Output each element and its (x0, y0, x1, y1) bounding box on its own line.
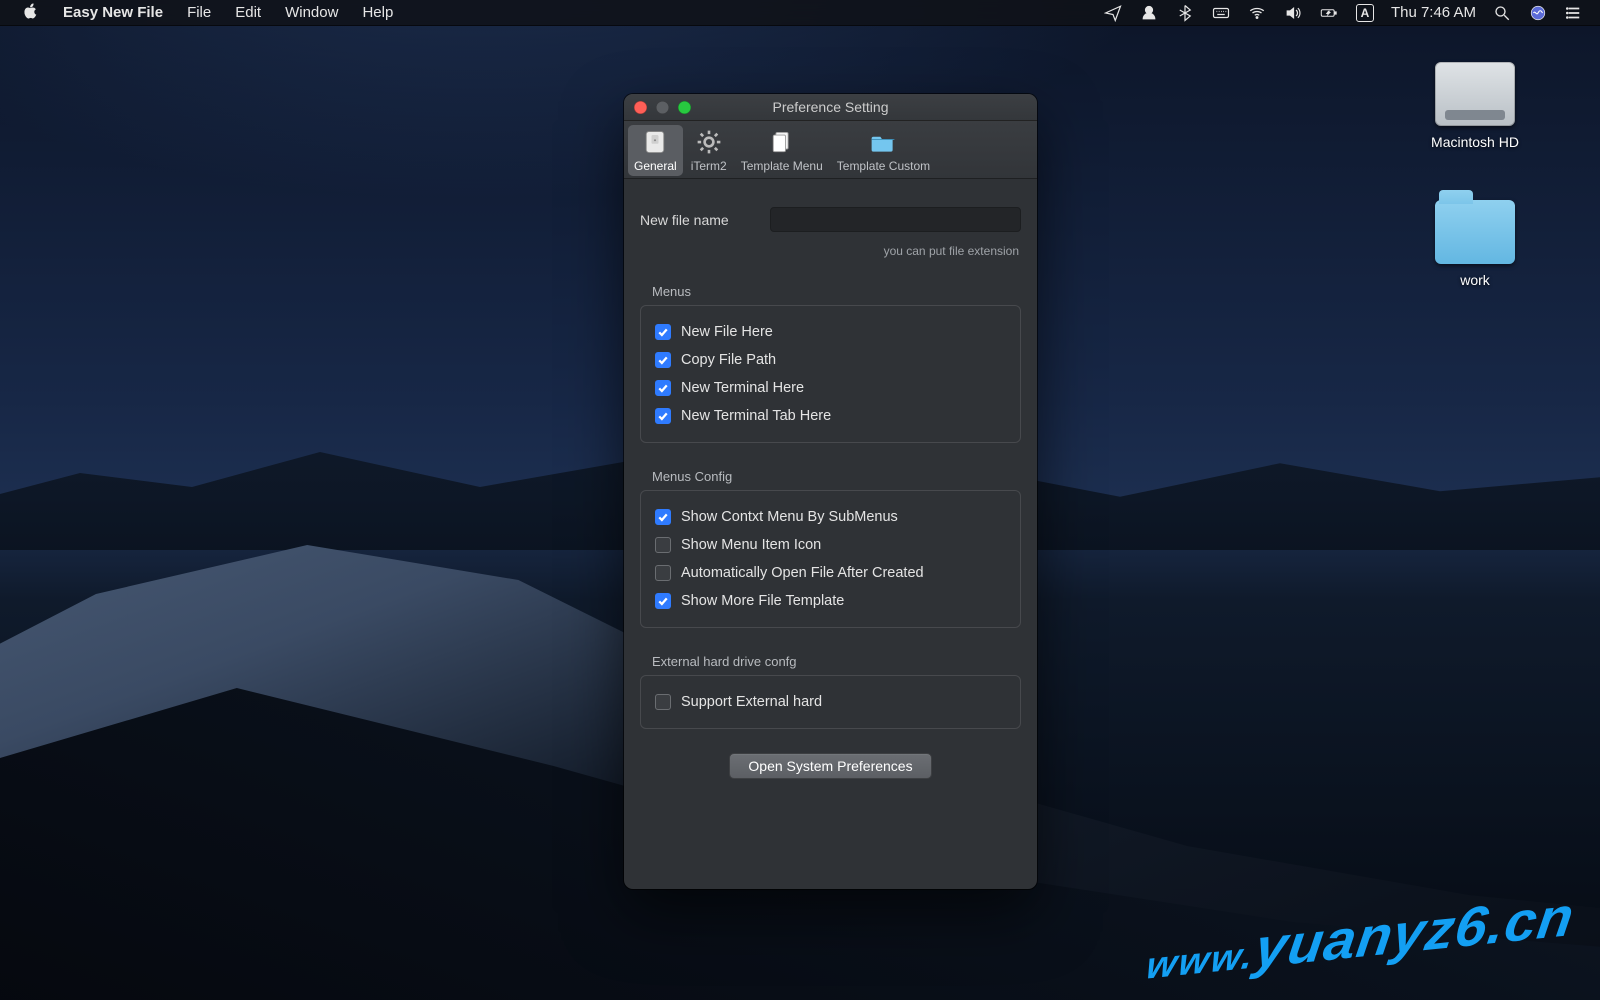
apple-icon (23, 3, 39, 23)
checkbox[interactable] (655, 408, 671, 424)
tab-label: Template Custom (837, 159, 930, 173)
notification-center-icon[interactable] (1564, 4, 1584, 22)
siri-icon[interactable] (1528, 4, 1548, 22)
window-zoom-button[interactable] (678, 101, 691, 114)
new-file-name-input[interactable] (770, 207, 1021, 232)
open-system-preferences-button[interactable]: Open System Preferences (729, 753, 931, 779)
checkbox-row[interactable]: Show Contxt Menu By SubMenus (655, 503, 1006, 531)
checkbox[interactable] (655, 537, 671, 553)
checkbox-label: Automatically Open File After Created (681, 565, 924, 581)
checkbox[interactable] (655, 565, 671, 581)
checkbox[interactable] (655, 352, 671, 368)
desktop-icon-macintosh-hd[interactable]: Macintosh HD (1420, 62, 1530, 150)
location-icon[interactable] (1103, 4, 1123, 22)
tab-iterm2[interactable]: iTerm2 (685, 125, 733, 176)
checkbox[interactable] (655, 694, 671, 710)
menu-edit[interactable]: Edit (224, 0, 272, 25)
menu-file[interactable]: File (176, 0, 222, 25)
apple-menu[interactable] (12, 0, 50, 25)
menu-window[interactable]: Window (274, 0, 349, 25)
gear-icon (694, 127, 724, 157)
checkbox[interactable] (655, 509, 671, 525)
group-menus: New File Here Copy File Path New Terminal … (640, 305, 1021, 443)
window-close-button[interactable] (634, 101, 647, 114)
tab-label: Template Menu (741, 159, 823, 173)
checkbox-row[interactable]: Support External hard (655, 688, 1006, 716)
tab-label: General (634, 159, 677, 173)
section-menus-config-label: Menus Config (652, 469, 1021, 484)
checkbox-row[interactable]: New File Here (655, 318, 1006, 346)
input-source-icon[interactable]: A (1355, 4, 1375, 22)
checkbox-label: Copy File Path (681, 352, 776, 368)
documents-icon (767, 127, 797, 157)
checkbox[interactable] (655, 324, 671, 340)
preferences-content: New file name you can put file extension… (624, 179, 1037, 889)
checkbox-row[interactable]: Show More File Template (655, 587, 1006, 615)
hard-drive-icon (1435, 62, 1515, 126)
tab-template-menu[interactable]: Template Menu (735, 125, 829, 176)
switch-icon (640, 127, 670, 157)
group-external: Support External hard (640, 675, 1021, 729)
checkbox-label: Support External hard (681, 694, 822, 710)
preferences-window: Preference Setting General iTerm2 Templa… (624, 94, 1037, 889)
menu-help[interactable]: Help (351, 0, 404, 25)
window-minimize-button[interactable] (656, 101, 669, 114)
window-titlebar[interactable]: Preference Setting (624, 94, 1037, 121)
section-external-label: External hard drive confg (652, 654, 1021, 669)
desktop-icon-label: Macintosh HD (1420, 134, 1530, 150)
checkbox-label: New File Here (681, 324, 773, 340)
menu-bar-status: A Thu 7:46 AM (1103, 4, 1588, 22)
user-icon[interactable] (1139, 4, 1159, 22)
checkbox[interactable] (655, 380, 671, 396)
group-menus-config: Show Contxt Menu By SubMenus Show Menu It… (640, 490, 1021, 628)
folder-icon (868, 127, 898, 157)
spotlight-icon[interactable] (1492, 4, 1512, 22)
new-file-hint: you can put file extension (640, 244, 1019, 258)
preferences-toolbar: General iTerm2 Template Menu Template Cu… (624, 121, 1037, 179)
desktop-icon-label: work (1420, 272, 1530, 288)
desktop-icon-work[interactable]: work (1420, 200, 1530, 288)
tab-label: iTerm2 (691, 159, 727, 173)
menu-bar-clock[interactable]: Thu 7:46 AM (1391, 4, 1476, 21)
menu-bar: Easy New File File Edit Window Help A Th… (0, 0, 1600, 26)
section-menus-label: Menus (652, 284, 1021, 299)
window-traffic-lights (634, 101, 691, 114)
volume-icon[interactable] (1283, 4, 1303, 22)
checkbox[interactable] (655, 593, 671, 609)
checkbox-label: Show Contxt Menu By SubMenus (681, 509, 898, 525)
new-file-name-label: New file name (640, 212, 750, 228)
checkbox-row[interactable]: Copy File Path (655, 346, 1006, 374)
app-name-menu[interactable]: Easy New File (52, 0, 174, 25)
folder-icon (1435, 200, 1515, 264)
battery-icon[interactable] (1319, 4, 1339, 22)
checkbox-row[interactable]: New Terminal Tab Here (655, 402, 1006, 430)
checkbox-row[interactable]: New Terminal Here (655, 374, 1006, 402)
checkbox-row[interactable]: Show Menu Item Icon (655, 531, 1006, 559)
wifi-icon[interactable] (1247, 4, 1267, 22)
tab-template-custom[interactable]: Template Custom (831, 125, 936, 176)
checkbox-row[interactable]: Automatically Open File After Created (655, 559, 1006, 587)
checkbox-label: New Terminal Tab Here (681, 408, 831, 424)
bluetooth-icon[interactable] (1175, 4, 1195, 22)
checkbox-label: Show Menu Item Icon (681, 537, 821, 553)
checkbox-label: Show More File Template (681, 593, 844, 609)
checkbox-label: New Terminal Here (681, 380, 804, 396)
keyboard-icon[interactable] (1211, 4, 1231, 22)
tab-general[interactable]: General (628, 125, 683, 176)
